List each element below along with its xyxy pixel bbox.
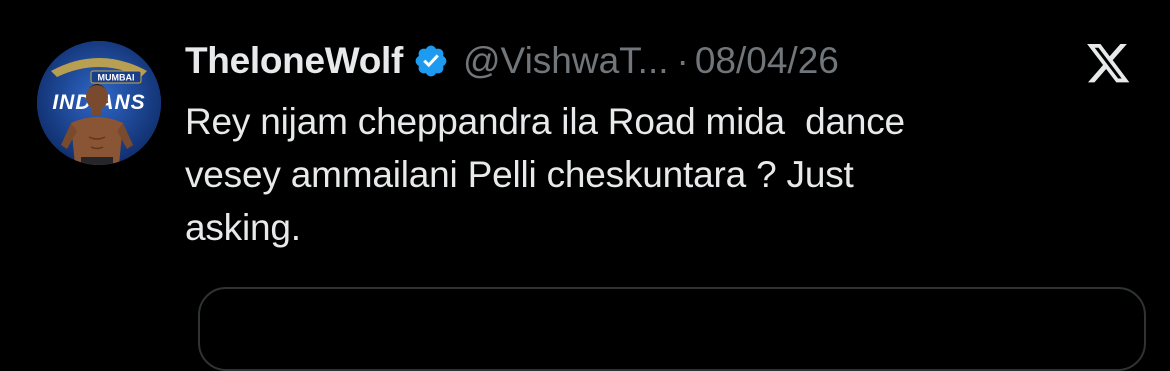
tweet[interactable]: MUMBAI INDIANS TheloneWolf @VishwaT... ·… xyxy=(0,0,1170,371)
tweet-text: Rey nijam cheppandra ila Road mida dance… xyxy=(185,95,1085,254)
avatar-image: MUMBAI INDIANS xyxy=(37,41,161,165)
tweet-date[interactable]: 08/04/26 xyxy=(695,40,839,82)
user-handle[interactable]: @VishwaT... xyxy=(463,40,669,82)
tweet-header: TheloneWolf @VishwaT... · 08/04/26 xyxy=(185,36,839,86)
display-name[interactable]: TheloneWolf xyxy=(185,40,403,82)
svg-text:MUMBAI: MUMBAI xyxy=(98,73,135,83)
separator-dot: · xyxy=(676,40,689,81)
quoted-tweet-card[interactable] xyxy=(198,287,1146,371)
tweet-text-line: Rey nijam cheppandra ila Road mida dance xyxy=(185,101,905,142)
tweet-text-line: vesey ammailani Pelli cheskuntara ? Just xyxy=(185,154,854,195)
avatar[interactable]: MUMBAI INDIANS xyxy=(37,41,161,165)
x-logo-icon[interactable] xyxy=(1087,44,1131,86)
verified-badge-icon xyxy=(413,43,449,79)
tweet-text-line: asking. xyxy=(185,207,301,248)
